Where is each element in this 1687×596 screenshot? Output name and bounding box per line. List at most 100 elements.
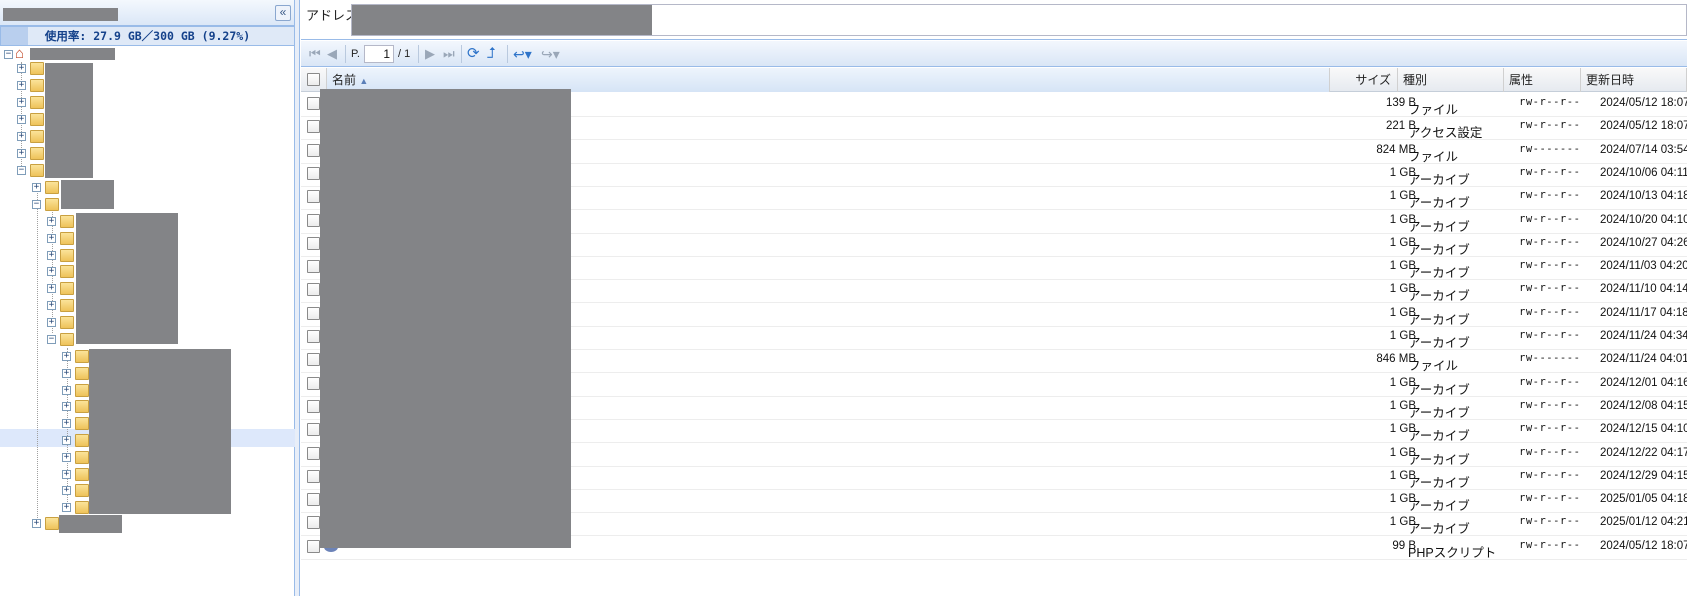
panel-splitter[interactable] <box>295 0 300 596</box>
collapse-panel-button[interactable]: « <box>275 5 291 21</box>
folder-icon[interactable] <box>60 299 74 312</box>
row-checkbox[interactable] <box>307 236 320 250</box>
expand-toggle[interactable]: + <box>17 64 26 73</box>
refresh-icon[interactable]: ⟳ <box>467 46 480 62</box>
row-checkbox[interactable] <box>307 469 320 483</box>
expand-toggle[interactable]: + <box>62 385 71 395</box>
column-date[interactable]: 更新日時 <box>1581 68 1687 92</box>
row-checkbox[interactable] <box>307 376 320 390</box>
collapse-toggle[interactable]: − <box>17 166 26 175</box>
page-number-input[interactable]: 1 <box>364 45 394 63</box>
first-page-icon[interactable]: ⏮ <box>309 46 321 62</box>
folder-icon[interactable] <box>30 147 44 160</box>
expand-toggle[interactable]: + <box>47 301 56 310</box>
file-attributes: rw-r--r-- <box>1519 515 1581 528</box>
folder-icon[interactable] <box>75 467 89 481</box>
row-checkbox[interactable] <box>307 166 320 180</box>
row-checkbox[interactable] <box>307 260 320 274</box>
folder-icon[interactable] <box>75 434 89 447</box>
row-checkbox[interactable] <box>307 330 320 343</box>
expand-toggle[interactable]: + <box>62 419 71 429</box>
expand-toggle[interactable]: + <box>32 519 41 528</box>
expand-toggle[interactable]: + <box>62 402 71 412</box>
folder-icon[interactable] <box>30 62 44 75</box>
expand-toggle[interactable]: + <box>62 452 71 462</box>
row-checkbox[interactable] <box>307 283 320 297</box>
row-checkbox[interactable] <box>307 306 320 320</box>
folder-icon[interactable] <box>75 350 89 363</box>
folder-icon[interactable] <box>60 265 74 279</box>
folder-icon[interactable] <box>30 164 44 177</box>
folder-icon[interactable] <box>75 366 89 380</box>
row-checkbox[interactable] <box>307 516 320 530</box>
file-size: 1 GB <box>1389 306 1416 319</box>
expand-toggle[interactable]: + <box>17 115 26 124</box>
last-page-icon[interactable]: ⏭ <box>443 46 455 62</box>
collapse-toggle[interactable]: − <box>47 334 56 344</box>
row-checkbox[interactable] <box>307 190 320 204</box>
folder-icon[interactable] <box>60 248 74 262</box>
folder-icon[interactable] <box>45 517 59 530</box>
row-checkbox[interactable] <box>307 423 320 437</box>
row-checkbox[interactable] <box>307 120 320 134</box>
row-checkbox[interactable] <box>307 493 320 507</box>
row-checkbox[interactable] <box>307 446 320 460</box>
expand-toggle[interactable]: + <box>47 233 56 243</box>
folder-icon[interactable] <box>75 400 89 414</box>
expand-toggle[interactable]: + <box>62 352 71 361</box>
folder-icon[interactable] <box>60 282 74 296</box>
column-type[interactable]: 種別 <box>1398 68 1504 92</box>
expand-toggle[interactable]: + <box>47 217 56 226</box>
row-checkbox[interactable] <box>307 143 320 157</box>
expand-toggle[interactable]: + <box>32 183 41 192</box>
folder-icon[interactable] <box>60 315 74 329</box>
back-icon[interactable]: ↩▾ <box>513 46 532 62</box>
expand-toggle[interactable]: + <box>62 469 71 479</box>
expand-toggle[interactable]: + <box>62 486 71 496</box>
folder-icon[interactable] <box>60 231 74 245</box>
expand-toggle[interactable]: + <box>47 284 56 294</box>
forward-icon[interactable]: ↪▾ <box>541 46 560 62</box>
toolbar-separator <box>507 45 508 63</box>
expand-toggle[interactable]: + <box>17 81 26 90</box>
folder-icon[interactable] <box>60 215 74 228</box>
address-input[interactable] <box>351 4 1687 36</box>
folder-icon[interactable] <box>75 484 89 498</box>
folder-icon[interactable] <box>30 79 44 92</box>
file-modified-date: 2024/11/24 04:01 <box>1600 353 1687 366</box>
folder-icon[interactable] <box>45 181 59 194</box>
row-checkbox[interactable] <box>307 353 320 367</box>
expand-toggle[interactable]: + <box>17 132 26 141</box>
folder-icon[interactable] <box>75 450 89 464</box>
folder-icon[interactable] <box>75 417 89 431</box>
folder-icon[interactable] <box>30 113 44 126</box>
folder-icon[interactable] <box>30 96 44 109</box>
prev-page-icon[interactable]: ◀ <box>327 46 337 62</box>
expand-toggle[interactable]: + <box>47 267 56 277</box>
expand-toggle[interactable]: + <box>17 98 26 107</box>
up-folder-icon[interactable]: ⮥ <box>487 46 496 62</box>
next-page-icon[interactable]: ▶ <box>425 46 435 62</box>
row-checkbox[interactable] <box>307 539 320 553</box>
collapse-toggle[interactable]: − <box>32 200 41 209</box>
folder-icon[interactable] <box>60 332 74 346</box>
expand-toggle[interactable]: + <box>62 368 71 378</box>
expand-toggle[interactable]: + <box>47 317 56 327</box>
folder-icon[interactable] <box>75 501 89 515</box>
expand-toggle[interactable]: + <box>62 503 71 513</box>
row-checkbox[interactable] <box>307 97 320 110</box>
folder-icon[interactable] <box>75 383 89 397</box>
collapse-toggle[interactable]: − <box>4 50 13 59</box>
file-size: 139 B <box>1385 97 1416 109</box>
select-all-checkbox[interactable] <box>307 73 320 86</box>
folder-icon[interactable] <box>45 198 59 211</box>
folder-icon[interactable] <box>30 130 44 143</box>
column-attr[interactable]: 属性 <box>1504 68 1581 92</box>
row-checkbox[interactable] <box>307 213 320 227</box>
expand-toggle[interactable]: + <box>62 436 71 445</box>
row-checkbox[interactable] <box>307 399 320 413</box>
expand-toggle[interactable]: + <box>17 149 26 158</box>
expand-toggle[interactable]: + <box>47 250 56 260</box>
column-size[interactable]: サイズ <box>1330 68 1398 92</box>
file-modified-date: 2024/12/15 04:10 <box>1600 423 1687 436</box>
